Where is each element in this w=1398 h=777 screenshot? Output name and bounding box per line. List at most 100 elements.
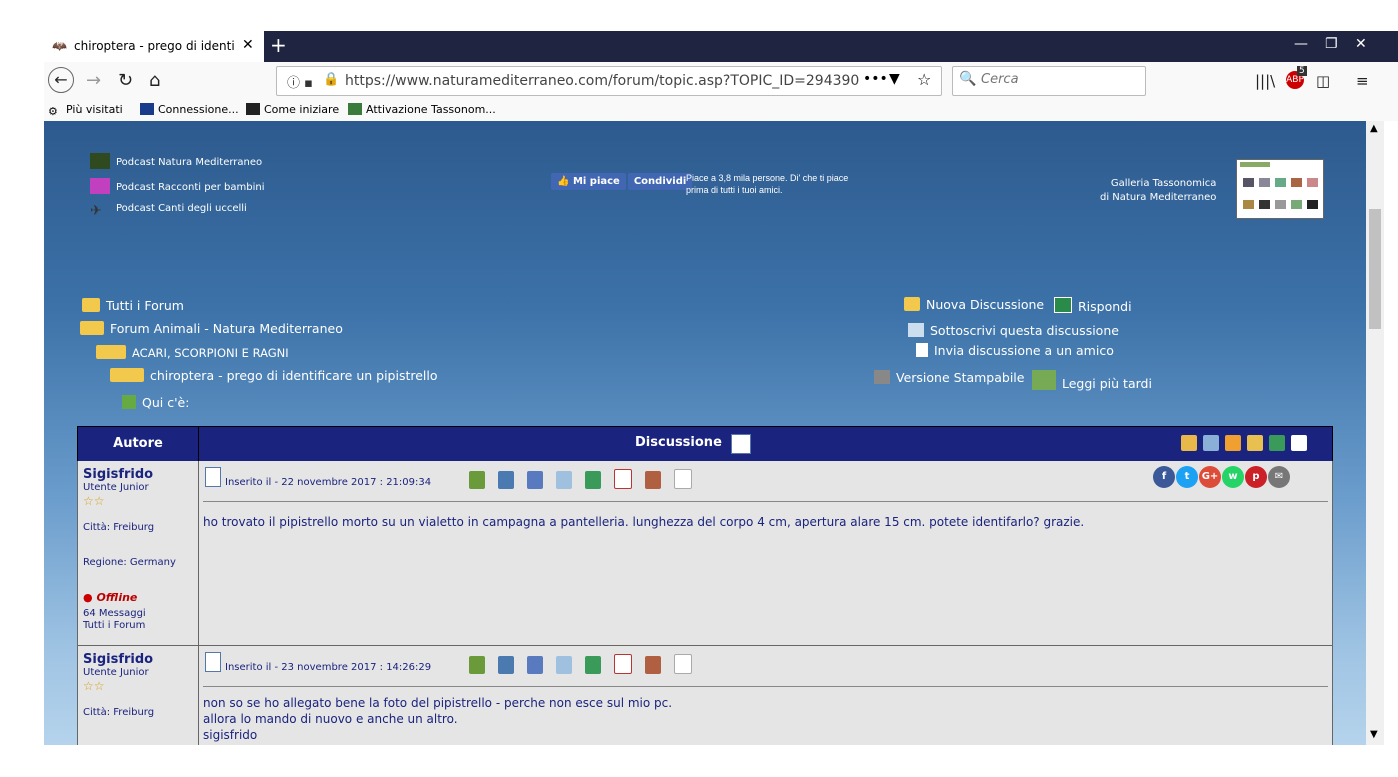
podcast-bird-icon: ✈ [90,203,102,219]
reply-topic-icon[interactable] [1269,435,1285,451]
folder-icon[interactable] [1181,435,1197,451]
author-stars: ☆☆ [83,494,105,508]
send-icon [916,343,928,357]
page-actions-icon[interactable]: ••• [863,71,888,87]
edit-post-icon[interactable] [527,471,543,489]
send-pm-icon[interactable] [498,656,514,674]
fb-like-button[interactable]: 👍 Mi piace [551,173,626,190]
delete-icon[interactable] [614,469,632,489]
breadcrumb-all-forums[interactable]: Tutti i Forum [82,298,184,313]
move-icon[interactable] [1203,435,1219,451]
bookmark-connection[interactable]: Connessione... [140,103,239,116]
address-bar[interactable]: ⓘ ▪ 🔒 https://www.naturamediterraneo.com… [276,66,942,96]
podcast-uccelli-link[interactable]: ✈ Podcast Canti degli uccelli [90,203,247,219]
browser-tab[interactable]: 🦇 chiroptera - prego di identificar ✕ [44,31,264,62]
bookmark-tassonomia[interactable]: Attivazione Tassonom... [348,103,496,116]
sidebar-icon[interactable]: ◫ [1316,72,1330,90]
twitter-share-icon[interactable]: t [1176,466,1198,488]
report-icon[interactable] [645,471,661,489]
folder-arrow-icon [110,368,144,382]
forward-arrow-icon[interactable]: → [86,70,101,91]
reply-link[interactable]: Rispondi [1054,297,1132,314]
search-box[interactable]: 🔍 [952,66,1146,96]
tab-close-icon[interactable]: ✕ [242,37,254,53]
new-message-icon[interactable] [1291,435,1307,451]
googleplus-share-icon[interactable]: G+ [1199,466,1221,488]
gallery-link[interactable]: Galleria Tassonomica di Natura Mediterra… [1100,177,1216,205]
edit-topic-icon[interactable] [1247,435,1263,451]
bat-favicon-icon: 🦇 [52,39,67,53]
author-status: ● Offline [83,591,138,604]
home-icon[interactable]: ⌂ [149,70,160,91]
menu-icon[interactable]: ≡ [1356,72,1369,90]
lock-icon[interactable]: 🔒 [323,72,339,87]
library-icon[interactable]: |||\ [1255,72,1275,90]
bookmark-star-icon[interactable]: ☆ [917,70,931,89]
gear-icon: ⚙ [48,105,58,118]
delete-icon[interactable] [614,654,632,674]
podcast-natura-link[interactable]: Podcast Natura Mediterraneo [90,153,262,169]
breadcrumb-topic[interactable]: chiroptera - prego di identificare un pi… [110,368,438,383]
post-toolbar [469,654,705,677]
post-body: non so se ho allegato bene la foto del p… [203,696,673,742]
author-city: Città: Freiburg [83,522,155,533]
facebook-share-icon[interactable]: f [1153,466,1175,488]
search-icon: 🔍 [959,71,977,87]
breadcrumb-forum-animali[interactable]: Forum Animali - Natura Mediterraneo [80,321,343,336]
breadcrumb-who-is-here: Qui c'è: [122,395,189,410]
new-topic-icon [904,297,920,311]
post-body: ho trovato il pipistrello morto su un vi… [203,515,1085,529]
new-tab-button[interactable]: + [270,33,287,57]
pinterest-share-icon[interactable]: p [1245,466,1267,488]
window-close-icon[interactable]: ✕ [1355,36,1367,52]
reply-quote-icon[interactable] [585,656,601,674]
post-date: Inserito il - 22 novembre 2017 : 21:09:3… [205,467,431,488]
bookmark-most-visited[interactable]: ⚙ Più visitati [48,103,123,118]
page-content: Podcast Natura Mediterraneo Podcast Racc… [44,121,1366,745]
fb-share-button[interactable]: Condividi [627,173,693,190]
profile-icon[interactable] [469,656,485,674]
search-input[interactable] [979,71,1133,88]
restore-icon[interactable]: ❐ [1325,36,1338,52]
whatsapp-share-icon[interactable]: w [1222,466,1244,488]
author-stars: ☆☆ [83,679,105,693]
bookmark-post-icon[interactable] [674,469,692,489]
adblock-count-badge: 5 [1297,66,1307,76]
breadcrumb-acari[interactable]: ACARI, SCORPIONI E RAGNI [96,345,289,360]
bookmark-post-icon[interactable] [674,654,692,674]
email-share-icon[interactable]: ✉ [1268,466,1290,488]
tassonomia-icon [348,103,362,115]
scrollbar-thumb[interactable] [1369,209,1381,329]
info-icon[interactable]: ⓘ ▪ [287,72,313,91]
quote-icon[interactable] [556,656,572,674]
edit-post-icon[interactable] [527,656,543,674]
read-later-link[interactable]: Leggi più tardi [1032,370,1152,391]
lock-topic-icon[interactable] [1225,435,1241,451]
send-pm-icon[interactable] [498,471,514,489]
gallery-thumbnail[interactable] [1236,159,1324,219]
folder-arrow-icon [96,345,126,359]
new-topic-link[interactable]: Nuova Discussione [904,297,1044,312]
reply-icon [1054,297,1072,313]
subscribe-link[interactable]: Sottoscrivi questa discussione [908,323,1119,338]
envelope-icon [908,323,924,337]
pocket-icon[interactable]: ▼ [889,71,900,87]
send-to-friend-link[interactable]: Invia discussione a un amico [916,343,1114,358]
back-arrow-icon[interactable]: ← [48,67,74,93]
profile-icon[interactable] [469,471,485,489]
scroll-down-icon[interactable]: ▼ [1370,729,1378,740]
scroll-up-icon[interactable]: ▲ [1370,123,1378,134]
minimize-icon[interactable]: — [1294,36,1308,52]
bookmark-getting-started[interactable]: Come iniziare [246,103,339,116]
podcast-racconti-link[interactable]: Podcast Racconti per bambini [90,178,265,194]
url-text[interactable]: https://www.naturamediterraneo.com/forum… [345,73,859,89]
quote-icon[interactable] [556,471,572,489]
author-name[interactable]: Sigisfrido [83,467,153,482]
reload-icon[interactable]: ↻ [118,70,133,91]
report-icon[interactable] [645,656,661,674]
next-topic-icon[interactable] [731,434,751,454]
author-name[interactable]: Sigisfrido [83,652,153,667]
reply-quote-icon[interactable] [585,471,601,489]
printable-version-link[interactable]: Versione Stampabile [874,370,1024,385]
vertical-scrollbar[interactable]: ▲ ▼ [1366,121,1384,745]
